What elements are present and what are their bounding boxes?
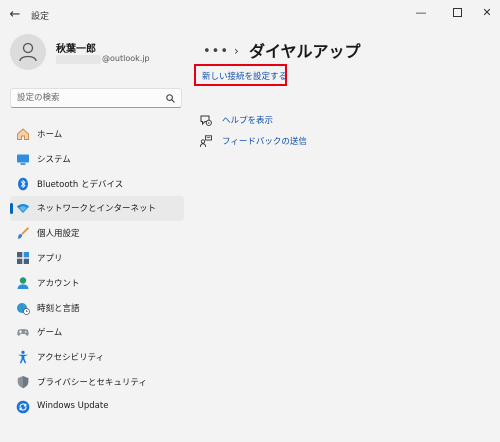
- chevron-right-icon: ›: [234, 44, 239, 58]
- app-title: 設定: [31, 12, 50, 22]
- shield-icon: [17, 375, 29, 389]
- sidebar-item-label: ネットワークとインターネット: [37, 204, 157, 215]
- sidebar-item-network[interactable]: ネットワークとインターネット: [10, 196, 184, 222]
- selection-indicator: [10, 203, 13, 215]
- page-title: ダイヤルアップ: [249, 42, 361, 61]
- sidebar-item-label: アクセシビリティ: [37, 353, 105, 364]
- windows-update-icon: [16, 400, 30, 414]
- feedback-link-label[interactable]: フィードバックの送信: [222, 135, 307, 147]
- avatar: [10, 34, 46, 70]
- title-bar: ← 設定 — ✕: [0, 0, 500, 30]
- minimize-icon[interactable]: —: [411, 4, 431, 22]
- bluetooth-icon: [18, 177, 28, 190]
- sidebar-item-label: ゲーム: [37, 328, 63, 339]
- sidebar-item-label: アプリ: [37, 253, 63, 264]
- accessibility-icon: [17, 350, 29, 364]
- help-link-label[interactable]: ヘルプを表示: [222, 114, 273, 126]
- back-arrow-icon[interactable]: ←: [8, 8, 22, 22]
- search-input[interactable]: [17, 91, 157, 105]
- apps-icon: [17, 251, 29, 264]
- help-icon: [200, 115, 212, 126]
- sidebar-item-label: ホーム: [37, 130, 63, 140]
- close-icon[interactable]: ✕: [477, 4, 497, 22]
- sidebar-item-label: 個人用設定: [37, 229, 80, 240]
- brush-icon: [17, 227, 29, 239]
- person-icon: [19, 42, 37, 62]
- maximize-icon[interactable]: [447, 4, 467, 22]
- system-icon: [17, 154, 29, 165]
- sidebar-item-label: 時刻と言語: [37, 303, 80, 314]
- settings-search[interactable]: [10, 88, 182, 108]
- sidebar-item-privacy-security[interactable]: プライバシーとセキュリティ: [10, 370, 184, 395]
- sidebar-item-accounts[interactable]: アカウント: [10, 271, 184, 296]
- sidebar-item-apps[interactable]: アプリ: [10, 246, 184, 271]
- sidebar-item-windows-update[interactable]: Windows Update: [10, 395, 184, 420]
- sidebar-item-label: アカウント: [37, 278, 80, 289]
- sidebar-item-label: Bluetooth とデバイス: [37, 179, 124, 190]
- sidebar-item-label: Windows Update: [37, 400, 109, 411]
- user-email: @outlook.jp: [102, 54, 150, 63]
- sidebar-item-accessibility[interactable]: アクセシビリティ: [10, 345, 184, 370]
- globe-clock-icon: [17, 302, 30, 315]
- email-redaction: [56, 55, 101, 64]
- user-name: 秋葉一郎: [56, 44, 96, 55]
- sidebar-item-label: プライバシーとセキュリティ: [37, 377, 147, 388]
- sidebar-item-personalization[interactable]: 個人用設定: [10, 221, 184, 246]
- sidebar-item-gaming[interactable]: ゲーム: [10, 320, 184, 345]
- search-icon[interactable]: [166, 94, 175, 103]
- home-icon: [17, 128, 29, 140]
- breadcrumb-overflow-button[interactable]: •••: [203, 44, 229, 59]
- network-icon: [16, 204, 30, 214]
- feedback-icon: [200, 135, 212, 147]
- account-icon: [17, 277, 29, 289]
- sidebar-item-label: システム: [37, 154, 71, 165]
- sidebar-item-time-language[interactable]: 時刻と言語: [10, 296, 184, 321]
- gamepad-icon: [17, 329, 29, 337]
- sidebar-item-home[interactable]: ホーム: [10, 122, 184, 147]
- sidebar-nav: ホーム システム Bluetooth とデバイス ネットワークとインターネット …: [10, 122, 184, 420]
- sidebar-item-system[interactable]: システム: [10, 147, 184, 172]
- user-profile[interactable]: 秋葉一郎 @outlook.jp: [10, 34, 185, 74]
- new-connection-highlight[interactable]: 新しい接続を設定する: [194, 64, 287, 86]
- sidebar-item-bluetooth[interactable]: Bluetooth とデバイス: [10, 172, 184, 197]
- new-connection-link[interactable]: 新しい接続を設定する: [202, 70, 287, 82]
